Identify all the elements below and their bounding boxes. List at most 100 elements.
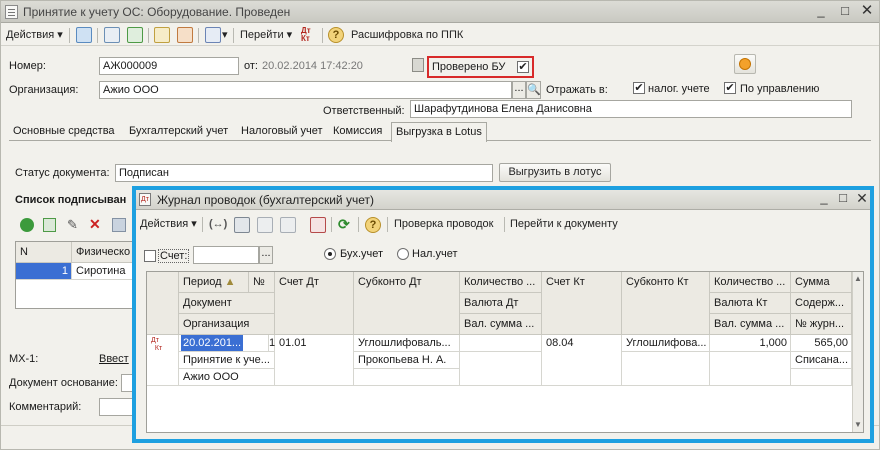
organization-field[interactable]: Ажио ООО bbox=[99, 81, 512, 99]
journal-actions-menu[interactable]: Действия ▾ bbox=[140, 216, 197, 232]
cell-subconto-dt-3[interactable] bbox=[354, 369, 460, 386]
cell-organization[interactable]: Ажио ООО bbox=[179, 369, 275, 386]
filter-icon[interactable] bbox=[234, 217, 250, 233]
signers-row-n[interactable]: 1 bbox=[16, 263, 72, 280]
help-icon[interactable]: ? bbox=[328, 27, 344, 43]
header-credit[interactable]: Счет Кт bbox=[542, 272, 622, 335]
cell-subconto-dt-2[interactable]: Прокопьева Н. А. bbox=[354, 352, 460, 369]
checked-bu-highlight: Проверено БУ ✔ bbox=[427, 56, 534, 78]
post-icon[interactable] bbox=[154, 27, 170, 43]
unpost-icon[interactable] bbox=[177, 27, 193, 43]
account-select-button[interactable]: ... bbox=[259, 246, 273, 264]
print-icon[interactable] bbox=[104, 27, 120, 43]
account-filter-checkbox[interactable] bbox=[144, 250, 156, 262]
goto-menu[interactable]: Перейти ▾ bbox=[240, 27, 292, 43]
tab-accounting[interactable]: Бухгалтерский учет bbox=[125, 124, 232, 141]
header-qty-kt[interactable]: Количество ... bbox=[710, 272, 791, 293]
tab-commission[interactable]: Комиссия bbox=[329, 124, 386, 141]
cell-currency-dt[interactable] bbox=[460, 352, 542, 386]
header-content[interactable]: Содерж... bbox=[791, 293, 852, 314]
refresh-journal-icon[interactable]: ⟳ bbox=[338, 216, 350, 232]
check-entries-button[interactable]: Проверка проводок bbox=[394, 216, 493, 232]
signers-row-person[interactable]: Сиротина bbox=[72, 263, 134, 280]
goto-document-button[interactable]: Перейти к документу bbox=[510, 216, 618, 232]
mx-link[interactable]: Ввест bbox=[99, 353, 129, 365]
cell-currency-kt[interactable] bbox=[710, 352, 791, 386]
save-list-icon[interactable] bbox=[112, 218, 126, 232]
decoding-button[interactable]: Расшифровка по ППК bbox=[351, 27, 463, 43]
based-on-dropdown[interactable]: ▾ bbox=[222, 27, 228, 43]
cell-subconto-kt-1[interactable]: Углошлифова... bbox=[622, 335, 710, 352]
journal-minimize-button[interactable]: _ bbox=[816, 191, 832, 206]
clear-filter-icon[interactable] bbox=[310, 217, 326, 233]
scroll-down-icon[interactable]: ▼ bbox=[854, 420, 862, 429]
checked-bu-label: Проверено БУ bbox=[432, 61, 506, 73]
management-checkbox[interactable]: ✔ bbox=[724, 82, 736, 94]
actions-menu[interactable]: Действия ▾ bbox=[6, 27, 63, 43]
cell-document[interactable]: Принятие к уче... bbox=[179, 352, 275, 369]
journal-help-icon[interactable]: ? bbox=[365, 217, 381, 233]
filter-value-icon[interactable] bbox=[257, 217, 273, 233]
checked-bu-checkbox[interactable]: ✔ bbox=[517, 61, 529, 73]
tax-accounting-checkbox[interactable]: ✔ bbox=[633, 82, 645, 94]
maximize-button[interactable]: □ bbox=[837, 4, 853, 19]
cell-qty-dt[interactable] bbox=[460, 335, 542, 352]
journal-maximize-button[interactable]: □ bbox=[835, 191, 851, 206]
header-qty-dt[interactable]: Количество ... bbox=[460, 272, 542, 293]
header-num[interactable]: № bbox=[249, 272, 275, 293]
add-icon[interactable] bbox=[20, 218, 34, 232]
header-currency-kt[interactable]: Валюта Кт bbox=[710, 293, 791, 314]
cell-sum[interactable]: 565,00 bbox=[791, 335, 852, 352]
cell-subconto-kt-2[interactable] bbox=[622, 352, 710, 386]
cell-journal-no[interactable] bbox=[791, 369, 852, 386]
tab-fixed-assets[interactable]: Основные средства bbox=[9, 124, 119, 141]
cell-period[interactable]: 20.02.201... bbox=[179, 335, 269, 352]
entry-dtkt-icon: Дт Кт bbox=[147, 335, 179, 386]
save-icon[interactable] bbox=[76, 27, 92, 43]
reflect-label: Отражать в: bbox=[546, 84, 608, 96]
close-button[interactable]: ✕ bbox=[859, 3, 875, 19]
refresh-icon[interactable] bbox=[127, 27, 143, 43]
account-filter-field[interactable] bbox=[193, 246, 259, 264]
header-debit[interactable]: Счет Дт bbox=[275, 272, 354, 335]
cell-content[interactable]: Списана... bbox=[791, 352, 852, 369]
based-on-icon[interactable] bbox=[205, 27, 221, 43]
header-journal-no[interactable]: № журн... bbox=[791, 314, 852, 335]
copy-icon[interactable] bbox=[43, 218, 56, 232]
organization-select-button[interactable]: ... bbox=[512, 81, 526, 99]
header-document[interactable]: Документ bbox=[179, 293, 275, 314]
cell-credit[interactable]: 08.04 bbox=[542, 335, 622, 386]
edit-icon[interactable]: ✎ bbox=[67, 217, 78, 233]
header-organization[interactable]: Организация bbox=[179, 314, 275, 335]
search-icon[interactable]: 🔍 bbox=[526, 81, 541, 99]
journal-close-button[interactable]: ✕ bbox=[854, 191, 870, 206]
dt-kt-icon[interactable]: Дт Кт bbox=[301, 27, 319, 43]
filter-list-icon[interactable] bbox=[280, 217, 296, 233]
header-currency-dt[interactable]: Валюта Дт bbox=[460, 293, 542, 314]
cell-debit[interactable]: 01.01 bbox=[275, 335, 354, 386]
calendar-icon[interactable] bbox=[412, 58, 424, 72]
number-field[interactable]: АЖ000009 bbox=[99, 57, 239, 75]
header-subconto-kt[interactable]: Субконто Кт bbox=[622, 272, 710, 335]
header-cur-sum-dt[interactable]: Вал. сумма ... bbox=[460, 314, 542, 335]
vertical-scrollbar[interactable]: ▲ ▼ bbox=[852, 272, 863, 432]
upload-lotus-button[interactable]: Выгрузить в лотус bbox=[499, 163, 611, 182]
radio-bu[interactable] bbox=[324, 248, 336, 260]
header-subconto-dt[interactable]: Субконто Дт bbox=[354, 272, 460, 335]
cell-subconto-dt-1[interactable]: Углошлифоваль... bbox=[354, 335, 460, 352]
minimize-button[interactable]: _ bbox=[813, 4, 829, 19]
header-sum[interactable]: Сумма bbox=[791, 272, 852, 293]
header-period[interactable]: Период ▲ bbox=[179, 272, 249, 293]
comment-field[interactable] bbox=[99, 398, 135, 416]
expand-icon[interactable]: (↔) bbox=[209, 216, 227, 232]
status-field[interactable]: Подписан bbox=[115, 164, 493, 182]
tab-tax[interactable]: Налоговый учет bbox=[237, 124, 327, 141]
delete-icon[interactable]: ✕ bbox=[89, 216, 101, 233]
scroll-up-icon[interactable]: ▲ bbox=[854, 274, 862, 283]
header-cur-sum-kt[interactable]: Вал. сумма ... bbox=[710, 314, 791, 335]
responsible-field[interactable]: Шарафутдинова Елена Данисовна bbox=[410, 100, 852, 118]
tab-lotus-export[interactable]: Выгрузка в Lotus bbox=[391, 122, 487, 142]
radio-nu[interactable] bbox=[397, 248, 409, 260]
cell-qty-kt[interactable]: 1,000 bbox=[710, 335, 791, 352]
network-button[interactable] bbox=[734, 54, 756, 74]
